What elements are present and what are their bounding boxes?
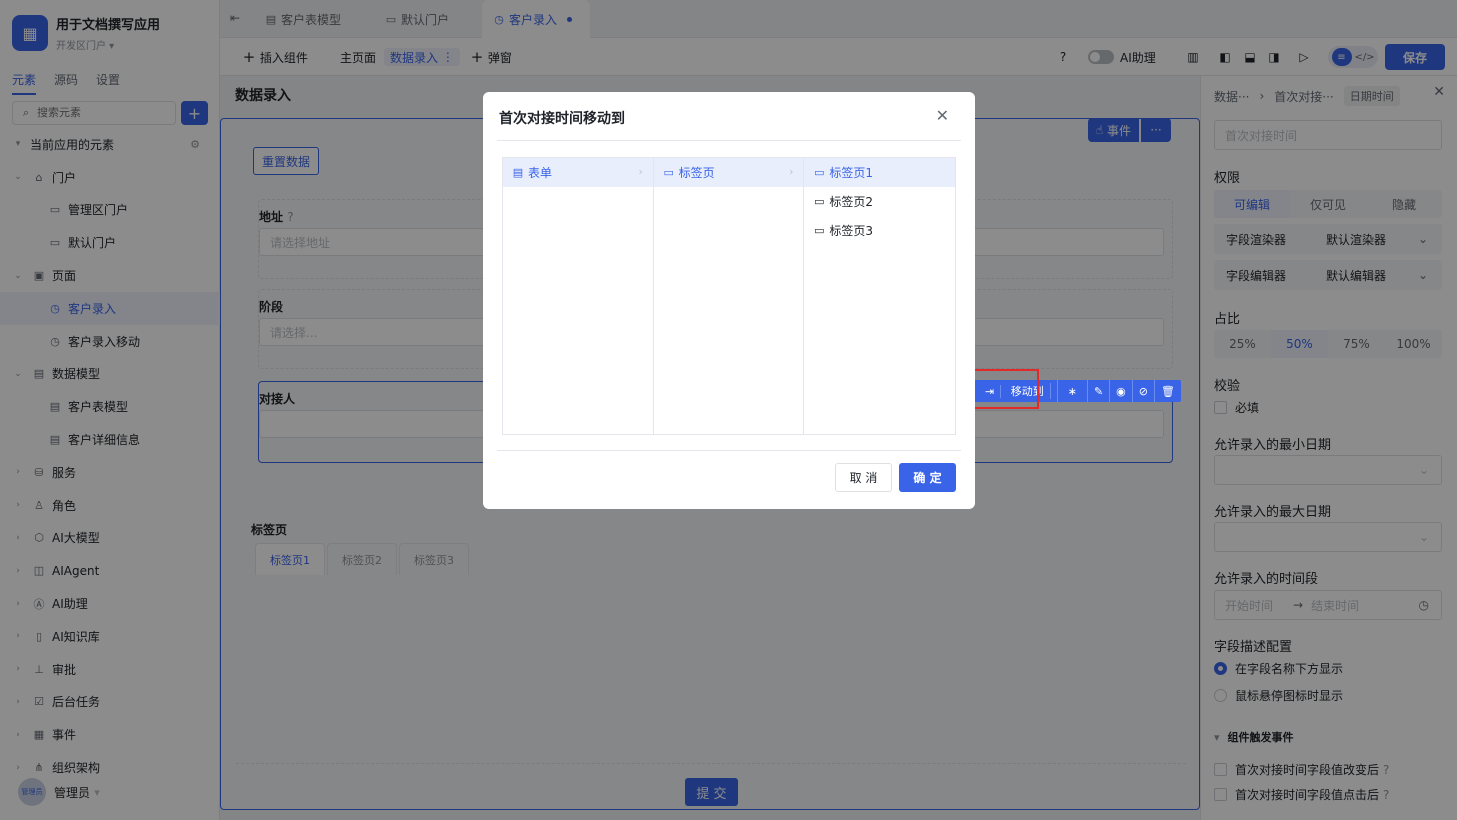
- cancel-button[interactable]: 取 消: [835, 463, 892, 492]
- divider: [497, 140, 961, 141]
- trash-icon[interactable]: 🗑: [1155, 380, 1181, 402]
- folder-icon: ▭: [814, 166, 825, 179]
- eye-icon[interactable]: ◉: [1110, 380, 1133, 402]
- close-icon[interactable]: ✕: [936, 106, 949, 125]
- cascader: ▤ 表单 › ▭ 标签页 › ▭ 标签页1 ▭ 标签页2 ▭ 标签页3: [502, 157, 956, 435]
- folder-icon: ▭: [814, 195, 825, 208]
- confirm-button[interactable]: 确 定: [899, 463, 956, 492]
- folder-icon: ▭: [663, 166, 674, 179]
- form-icon: ▤: [512, 166, 524, 179]
- cascader-column-1: ▤ 表单 ›: [503, 158, 654, 434]
- move-to-dialog: 首次对接时间移动到 ✕ ▤ 表单 › ▭ 标签页 › ▭ 标签页1 ▭ 标签页2 ▭ 标签页3…: [483, 92, 975, 509]
- cascader-column-3: ▭ 标签页1 ▭ 标签页2 ▭ 标签页3: [804, 158, 955, 434]
- option-tab-1[interactable]: ▭ 标签页1: [804, 158, 955, 187]
- option-tabs[interactable]: ▭ 标签页 ›: [653, 158, 804, 187]
- option-tab-2[interactable]: ▭ 标签页2: [804, 187, 955, 216]
- required-star-icon[interactable]: ∗: [1058, 380, 1088, 402]
- dialog-title: 首次对接时间移动到: [499, 111, 625, 127]
- option-form[interactable]: ▤ 表单 ›: [503, 158, 653, 187]
- chevron-right-icon: ›: [638, 167, 643, 178]
- option-tab-3[interactable]: ▭ 标签页3: [804, 216, 955, 245]
- cascader-column-2: ▭ 标签页 ›: [653, 158, 805, 434]
- folder-icon: ▭: [814, 224, 825, 237]
- eye-off-icon[interactable]: ⊘: [1133, 380, 1155, 402]
- edit-icon[interactable]: ✎: [1088, 380, 1111, 402]
- highlight-box: [973, 369, 1039, 409]
- divider: [497, 450, 961, 451]
- chevron-right-icon: ›: [789, 167, 794, 178]
